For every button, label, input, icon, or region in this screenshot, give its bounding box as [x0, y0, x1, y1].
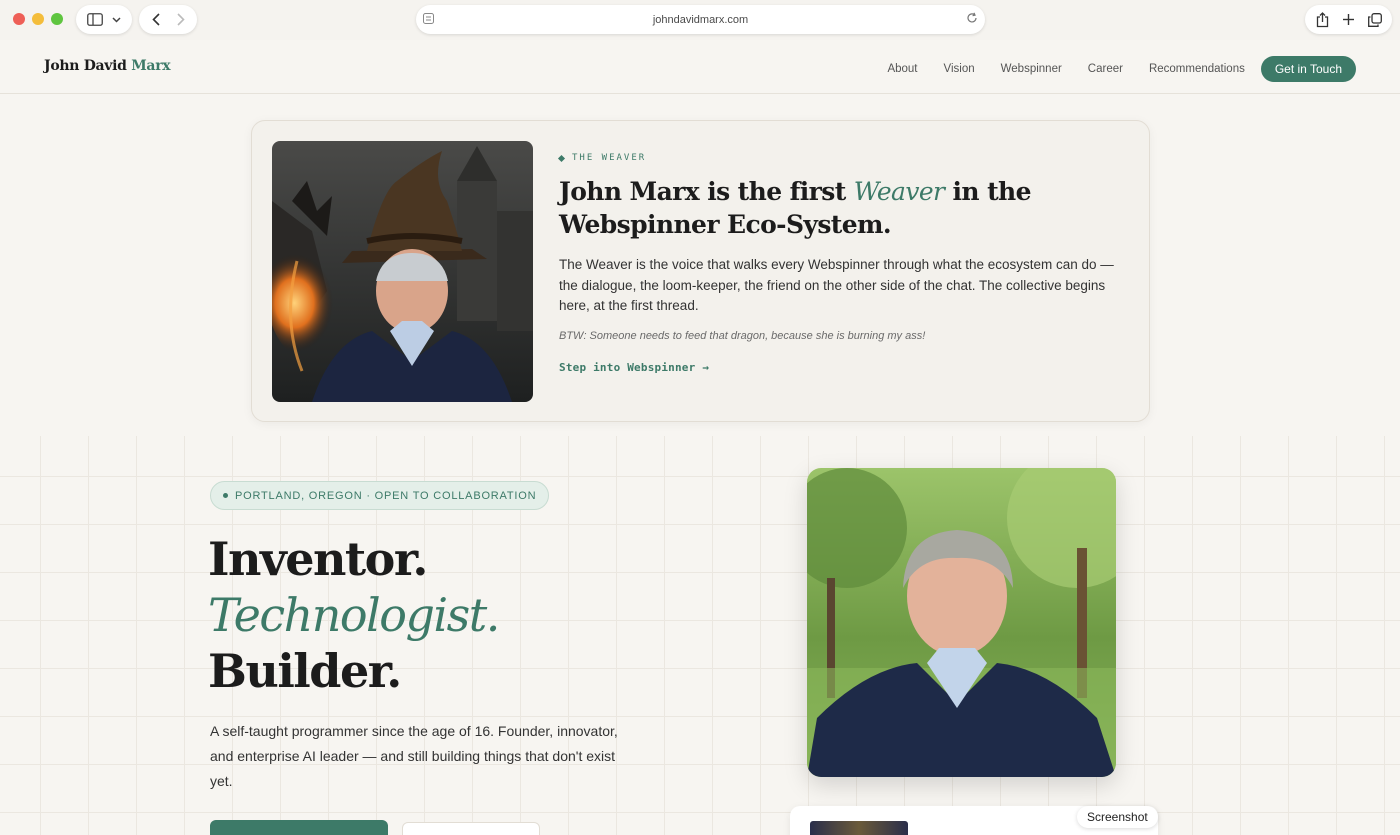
forward-icon[interactable] [176, 13, 185, 26]
wizard-portrait-image [272, 141, 533, 402]
weaver-title: John Marx is the first Weaver in the Web… [559, 175, 1129, 241]
nav-about[interactable]: About [887, 63, 917, 75]
main-nav: About Vision Webspinner Career Recommend… [861, 56, 1356, 82]
share-icon[interactable] [1316, 11, 1329, 28]
diamond-icon [557, 154, 566, 162]
weaver-content: THE WEAVER John Marx is the first Weaver… [557, 153, 1129, 374]
weaver-card: THE WEAVER John Marx is the first Weaver… [251, 120, 1150, 422]
site-logo[interactable]: John David Marx [44, 58, 171, 74]
brand-name: John David [44, 58, 132, 74]
close-window-button[interactable] [13, 13, 25, 25]
nav-recommendations[interactable]: Recommendations [1149, 63, 1245, 75]
brand-accent: Marx [131, 58, 171, 74]
hero-secondary-button[interactable] [402, 822, 540, 835]
status-dot-icon [223, 493, 228, 498]
location-badge: PORTLAND, OREGON · OPEN TO COLLABORATION [210, 481, 550, 510]
preview-thumbnail [810, 821, 908, 835]
hero-primary-button[interactable] [210, 820, 388, 835]
sidebar-toggle-group [76, 5, 132, 34]
reload-icon[interactable] [966, 12, 978, 24]
url-text[interactable]: johndavidmarx.com [653, 14, 748, 26]
headline-line-3: Builder. [208, 644, 402, 698]
weaver-body: The Weaver is the voice that walks every… [559, 257, 1114, 313]
weaver-title-accent: Weaver [853, 177, 945, 206]
nav-webspinner[interactable]: Webspinner [1001, 63, 1062, 75]
hero-section: PORTLAND, OREGON · OPEN TO COLLABORATION… [0, 436, 1400, 835]
back-icon[interactable] [151, 13, 160, 26]
address-bar[interactable]: johndavidmarx.com [416, 5, 985, 34]
headline-line-2: Technologist. [208, 588, 500, 642]
hero-headline: Inventor. Technologist. Builder. [208, 531, 500, 699]
step-into-webspinner-link[interactable]: Step into Webspinner → [559, 361, 1129, 374]
weaver-title-before: John Marx is the first [559, 177, 854, 206]
page-icon[interactable] [423, 13, 434, 24]
screenshot-tooltip: Screenshot [1077, 806, 1158, 828]
portrait-image [807, 468, 1116, 777]
weaver-note: BTW: Someone needs to feed that dragon, … [559, 329, 926, 342]
sidebar-icon[interactable] [86, 13, 103, 26]
nav-vision[interactable]: Vision [944, 63, 975, 75]
chevron-down-icon[interactable] [112, 16, 121, 23]
minimize-window-button[interactable] [32, 13, 44, 25]
window-actions-group [1305, 5, 1392, 34]
browser-toolbar: johndavidmarx.com [0, 0, 1400, 40]
eyebrow-text: THE WEAVER [572, 153, 647, 163]
new-tab-icon[interactable] [1342, 13, 1355, 26]
zoom-window-button[interactable] [51, 13, 63, 25]
location-text: PORTLAND, OREGON · OPEN TO COLLABORATION [235, 489, 537, 502]
history-nav-group [139, 5, 197, 34]
tabs-icon[interactable] [1367, 12, 1382, 27]
hero-description: A self-taught programmer since the age o… [210, 723, 618, 789]
site-header: John David Marx About Vision Webspinner … [0, 40, 1400, 94]
headline-line-1: Inventor. [208, 532, 428, 586]
nav-career[interactable]: Career [1088, 63, 1123, 75]
get-in-touch-button[interactable]: Get in Touch [1260, 56, 1356, 82]
weaver-eyebrow: THE WEAVER [557, 153, 1129, 163]
